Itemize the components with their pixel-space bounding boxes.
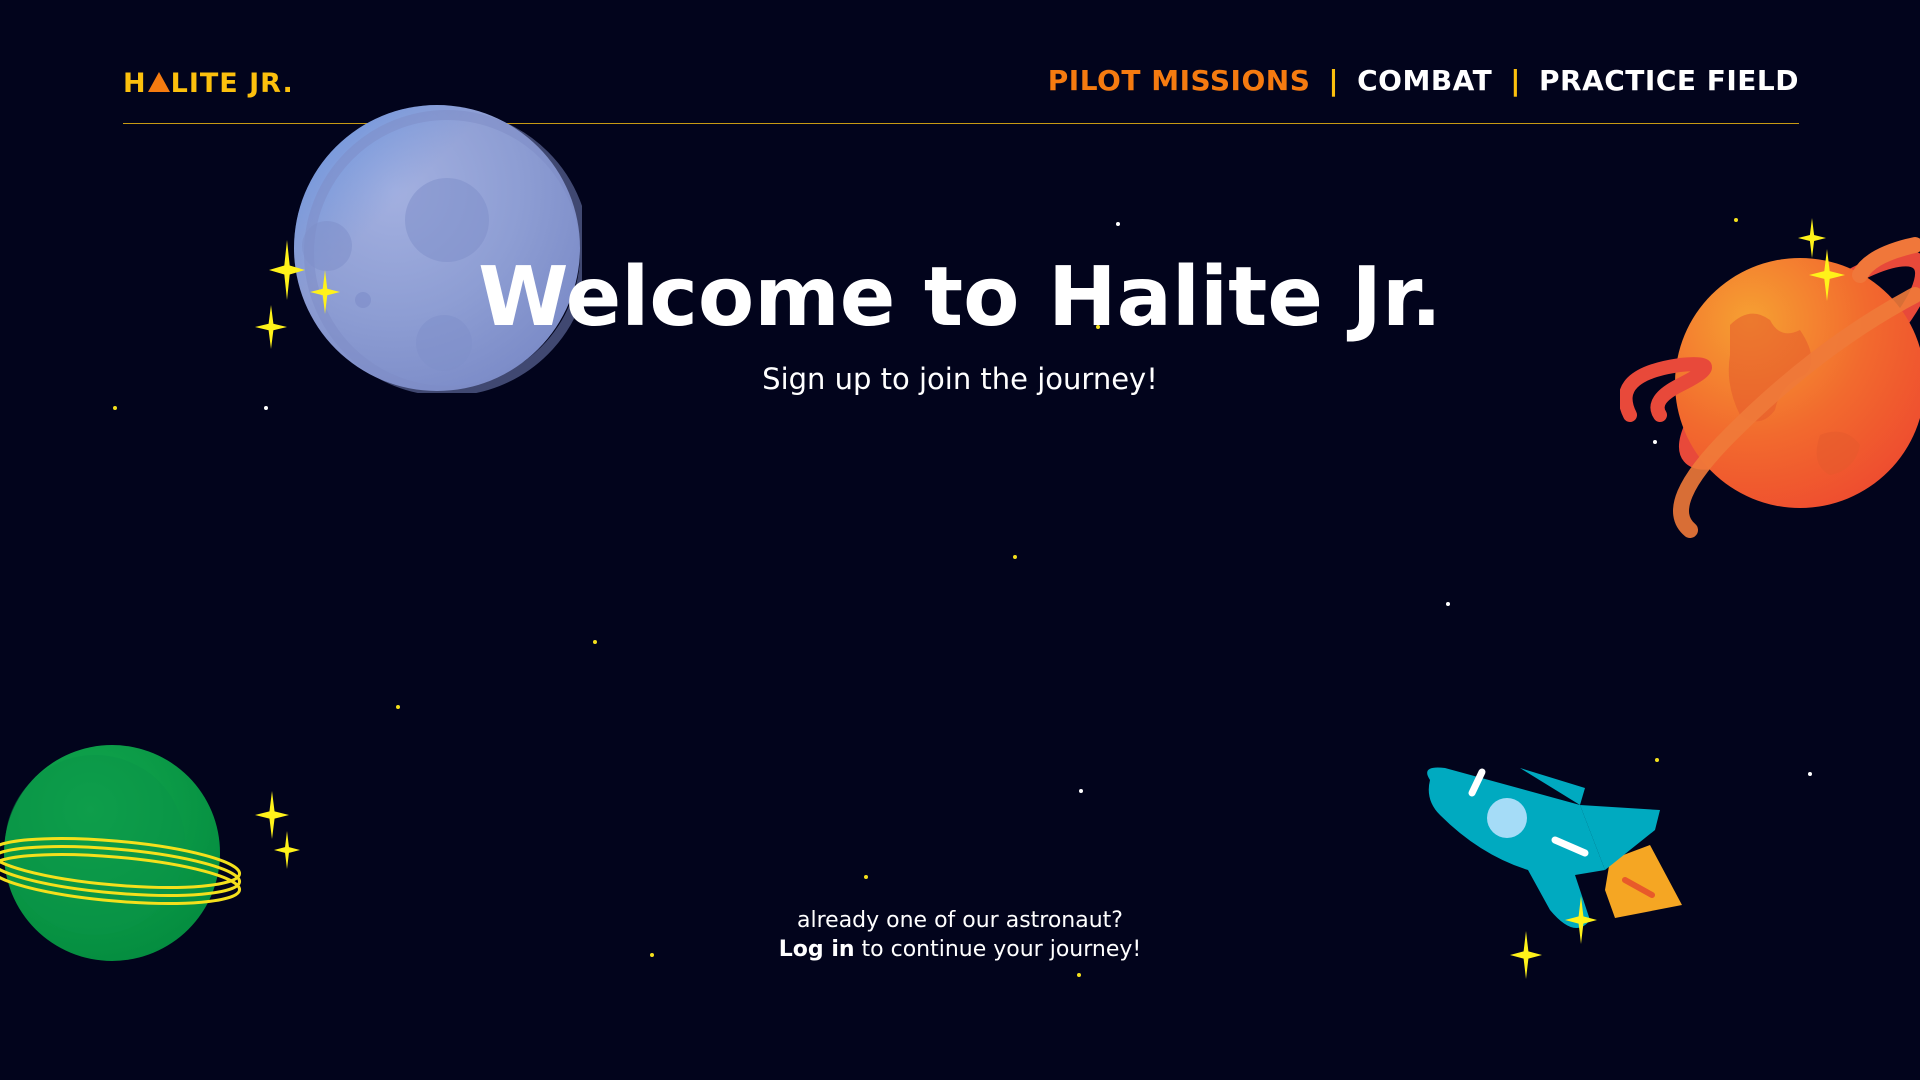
sparkle-icon xyxy=(274,831,300,869)
page-subtitle: Sign up to join the journey! xyxy=(762,362,1158,396)
page-title: Welcome to Halite Jr. xyxy=(478,250,1442,345)
sparkle-star-field xyxy=(113,218,1845,979)
sparkle-icon xyxy=(255,791,289,839)
page: H LITE JR. PILOT MISSIONS | COMBAT | PRAC… xyxy=(0,0,1920,1080)
sparkle-icon xyxy=(1510,931,1542,979)
sparkle-icon xyxy=(1565,896,1597,944)
